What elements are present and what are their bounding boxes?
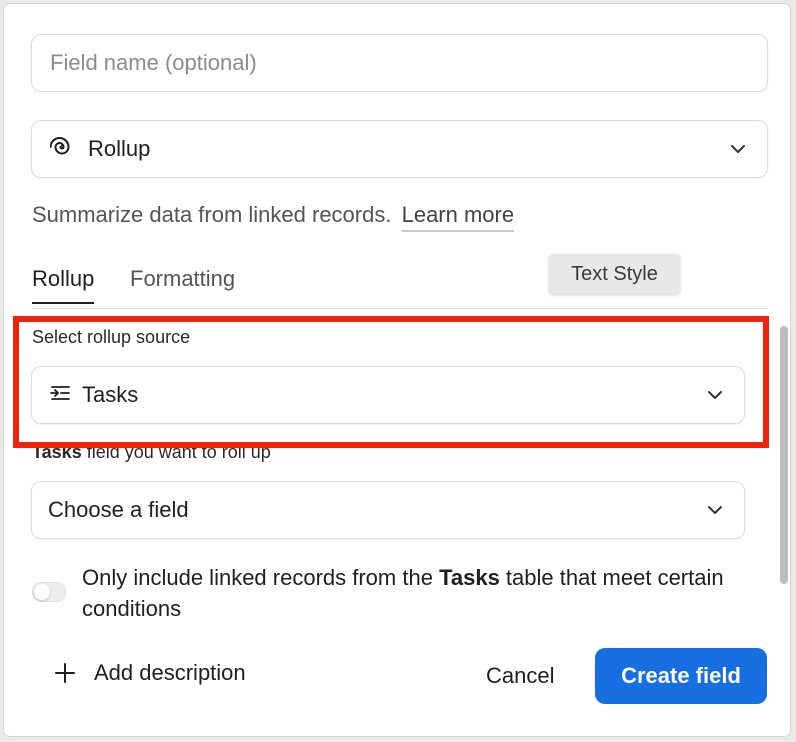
tab-formatting[interactable]: Formatting [130, 266, 235, 302]
rollup-source-select[interactable]: Tasks [31, 366, 745, 424]
description-text: Summarize data from linked records. [32, 202, 392, 227]
field-type-label: Rollup [88, 136, 151, 161]
rollup-field-label-rest: field you want to roll up [81, 442, 271, 462]
conditions-label: Only include linked records from the Tas… [82, 562, 742, 624]
chevron-down-icon [731, 145, 745, 153]
add-description-label: Add description [94, 660, 246, 685]
field-name-input-wrapper [31, 34, 768, 92]
field-type-description: Summarize data from linked records. Lear… [32, 202, 515, 232]
rollup-source-label: Select rollup source [32, 327, 191, 347]
field-name-input[interactable] [32, 35, 767, 91]
cancel-button[interactable]: Cancel [474, 654, 566, 698]
field-type-select[interactable]: Rollup [31, 120, 768, 178]
create-field-button[interactable]: Create field [595, 648, 767, 704]
conditions-table: Tasks [439, 565, 500, 590]
toggle-knob [34, 584, 50, 600]
text-style-tooltip: Text Style [549, 254, 680, 294]
chevron-down-icon [708, 391, 722, 399]
learn-more-link[interactable]: Learn more [401, 202, 515, 232]
chevron-down-icon [708, 506, 722, 514]
linked-record-icon [48, 383, 72, 408]
tab-divider [31, 308, 768, 309]
spiral-icon [49, 135, 74, 164]
plus-icon [55, 663, 75, 683]
tab-rollup[interactable]: Rollup [32, 266, 95, 304]
create-field-dialog: Rollup Summarize data from linked record… [4, 4, 790, 736]
rollup-field-label-table: Tasks [32, 442, 82, 462]
conditions-toggle[interactable] [32, 582, 66, 602]
rollup-field-value: Choose a field [48, 497, 189, 522]
rollup-field-select[interactable]: Choose a field [31, 481, 745, 539]
scrollbar-thumb[interactable] [780, 326, 788, 584]
rollup-field-label: Tasks field you want to roll up [32, 442, 271, 463]
rollup-source-value: Tasks [82, 382, 139, 407]
add-description-button[interactable]: Add description [54, 660, 246, 686]
conditions-prefix: Only include linked records from the [82, 565, 440, 590]
